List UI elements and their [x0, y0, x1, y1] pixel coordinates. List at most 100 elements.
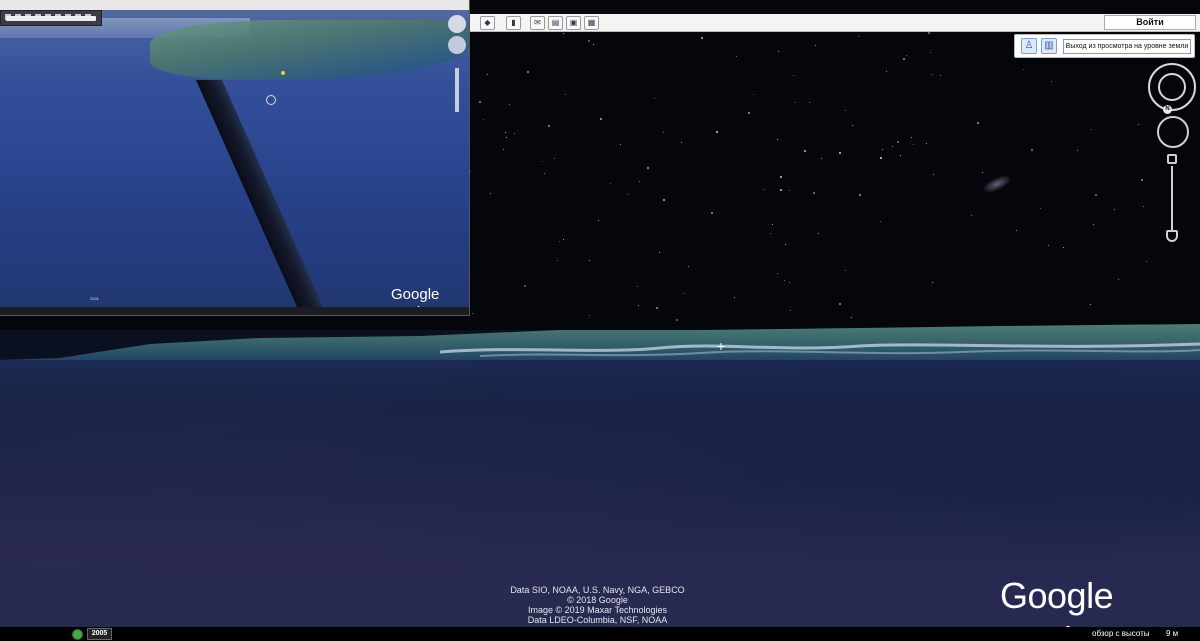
- star: [821, 158, 822, 159]
- person-icon[interactable]: ♙: [1021, 38, 1037, 54]
- inset-ocean-trench: [196, 80, 329, 315]
- star: [1091, 129, 1092, 130]
- star: [839, 152, 841, 154]
- look-joystick[interactable]: [1158, 73, 1186, 101]
- star: [926, 143, 927, 144]
- star: [789, 190, 790, 191]
- star: [563, 239, 564, 240]
- star: [815, 45, 816, 46]
- signin-button[interactable]: Войти: [1104, 15, 1196, 30]
- historical-imagery-icon[interactable]: [72, 629, 83, 640]
- star: [1093, 224, 1094, 225]
- star: [598, 220, 599, 221]
- star: [554, 158, 555, 159]
- star: [506, 137, 507, 138]
- attribution-line: Data SIO, NOAA, U.S. Navy, NGA, GEBCO: [510, 585, 685, 595]
- hide-sidebar-button[interactable]: ◆: [480, 16, 495, 30]
- eye-altitude-value: 9 м: [1166, 629, 1179, 638]
- star: [1048, 245, 1049, 246]
- star: [931, 74, 932, 75]
- imagery-year[interactable]: 2005: [87, 628, 112, 640]
- inset-search-box: [6, 16, 96, 21]
- star: [563, 33, 564, 34]
- zoom-slider-track[interactable]: [1171, 166, 1173, 230]
- save-image-button[interactable]: ▣: [566, 16, 581, 30]
- star: [637, 286, 638, 287]
- star: [1077, 150, 1078, 151]
- ruler-button[interactable]: ▮: [506, 16, 521, 30]
- attribution-line: © 2018 Google: [567, 595, 628, 605]
- star: [813, 192, 815, 194]
- star: [789, 282, 790, 283]
- star: [911, 137, 912, 138]
- print-button[interactable]: ▤: [548, 16, 563, 30]
- star: [470, 171, 471, 172]
- star: [1031, 149, 1033, 151]
- star: [1141, 179, 1143, 181]
- move-joystick[interactable]: [1157, 116, 1189, 148]
- star: [688, 266, 689, 267]
- star: [858, 36, 859, 37]
- star: [780, 189, 782, 191]
- star: [1090, 304, 1091, 305]
- star: [490, 193, 491, 194]
- attribution-line: Data LDEO-Columbia, NSF, NOAA: [527, 615, 668, 625]
- star: [663, 199, 665, 201]
- star: [1118, 279, 1119, 280]
- star: [628, 194, 629, 195]
- star: [852, 125, 853, 126]
- star: [1023, 69, 1024, 70]
- building-icon[interactable]: ▥: [1041, 38, 1057, 54]
- star: [845, 270, 846, 271]
- star: [880, 221, 881, 222]
- star: [971, 215, 972, 216]
- north-indicator[interactable]: N: [1163, 105, 1172, 114]
- inset-move-control: [448, 36, 466, 54]
- star: [748, 112, 750, 114]
- star: [527, 71, 529, 73]
- top-toolbar: ◆ ▮ ✉ ▤ ▣ ▦ Войти: [470, 14, 1200, 32]
- star: [483, 119, 484, 120]
- star: [548, 125, 550, 127]
- zoom-out-button[interactable]: [1166, 230, 1178, 242]
- exit-ground-level-button[interactable]: Выход из просмотра на уровне земли: [1063, 39, 1191, 54]
- view-in-maps-button[interactable]: ▦: [584, 16, 599, 30]
- inset-coastline: [150, 20, 469, 80]
- star: [900, 155, 901, 156]
- inset-video-window: 2001 Google earth: [0, 0, 470, 316]
- star: [638, 305, 639, 306]
- google-earth-logo: Google Earth: [1000, 575, 1114, 641]
- ground-level-panel: ♙ ▥ Выход из просмотра на уровне земли: [1014, 34, 1195, 58]
- star: [897, 141, 899, 143]
- star: [701, 37, 703, 39]
- star: [1146, 261, 1147, 262]
- star: [892, 146, 893, 147]
- inset-scale-label: 2001: [0, 296, 120, 304]
- star: [588, 40, 590, 42]
- eye-altitude-label: обзор с высоты: [1092, 629, 1150, 638]
- zoom-in-button[interactable]: [1167, 154, 1177, 164]
- star: [753, 94, 754, 95]
- star: [913, 144, 914, 145]
- inset-look-control: [448, 15, 466, 33]
- star: [524, 285, 526, 287]
- star: [763, 189, 764, 190]
- star: [886, 71, 887, 72]
- star: [772, 224, 773, 225]
- star: [793, 75, 794, 76]
- star: [780, 176, 782, 178]
- attribution-line: Image © 2019 Maxar Technologies: [527, 605, 668, 615]
- star: [804, 150, 806, 152]
- status-bar: 2005 обзор с высоты 9 м: [0, 627, 1200, 641]
- star: [479, 101, 481, 103]
- star: [600, 118, 602, 120]
- email-button[interactable]: ✉: [530, 16, 545, 30]
- star: [514, 133, 515, 134]
- star: [1040, 208, 1041, 209]
- star: [593, 44, 594, 45]
- star: [982, 172, 983, 173]
- star: [503, 149, 504, 150]
- star: [542, 161, 543, 162]
- star: [928, 32, 930, 34]
- star: [1114, 209, 1115, 210]
